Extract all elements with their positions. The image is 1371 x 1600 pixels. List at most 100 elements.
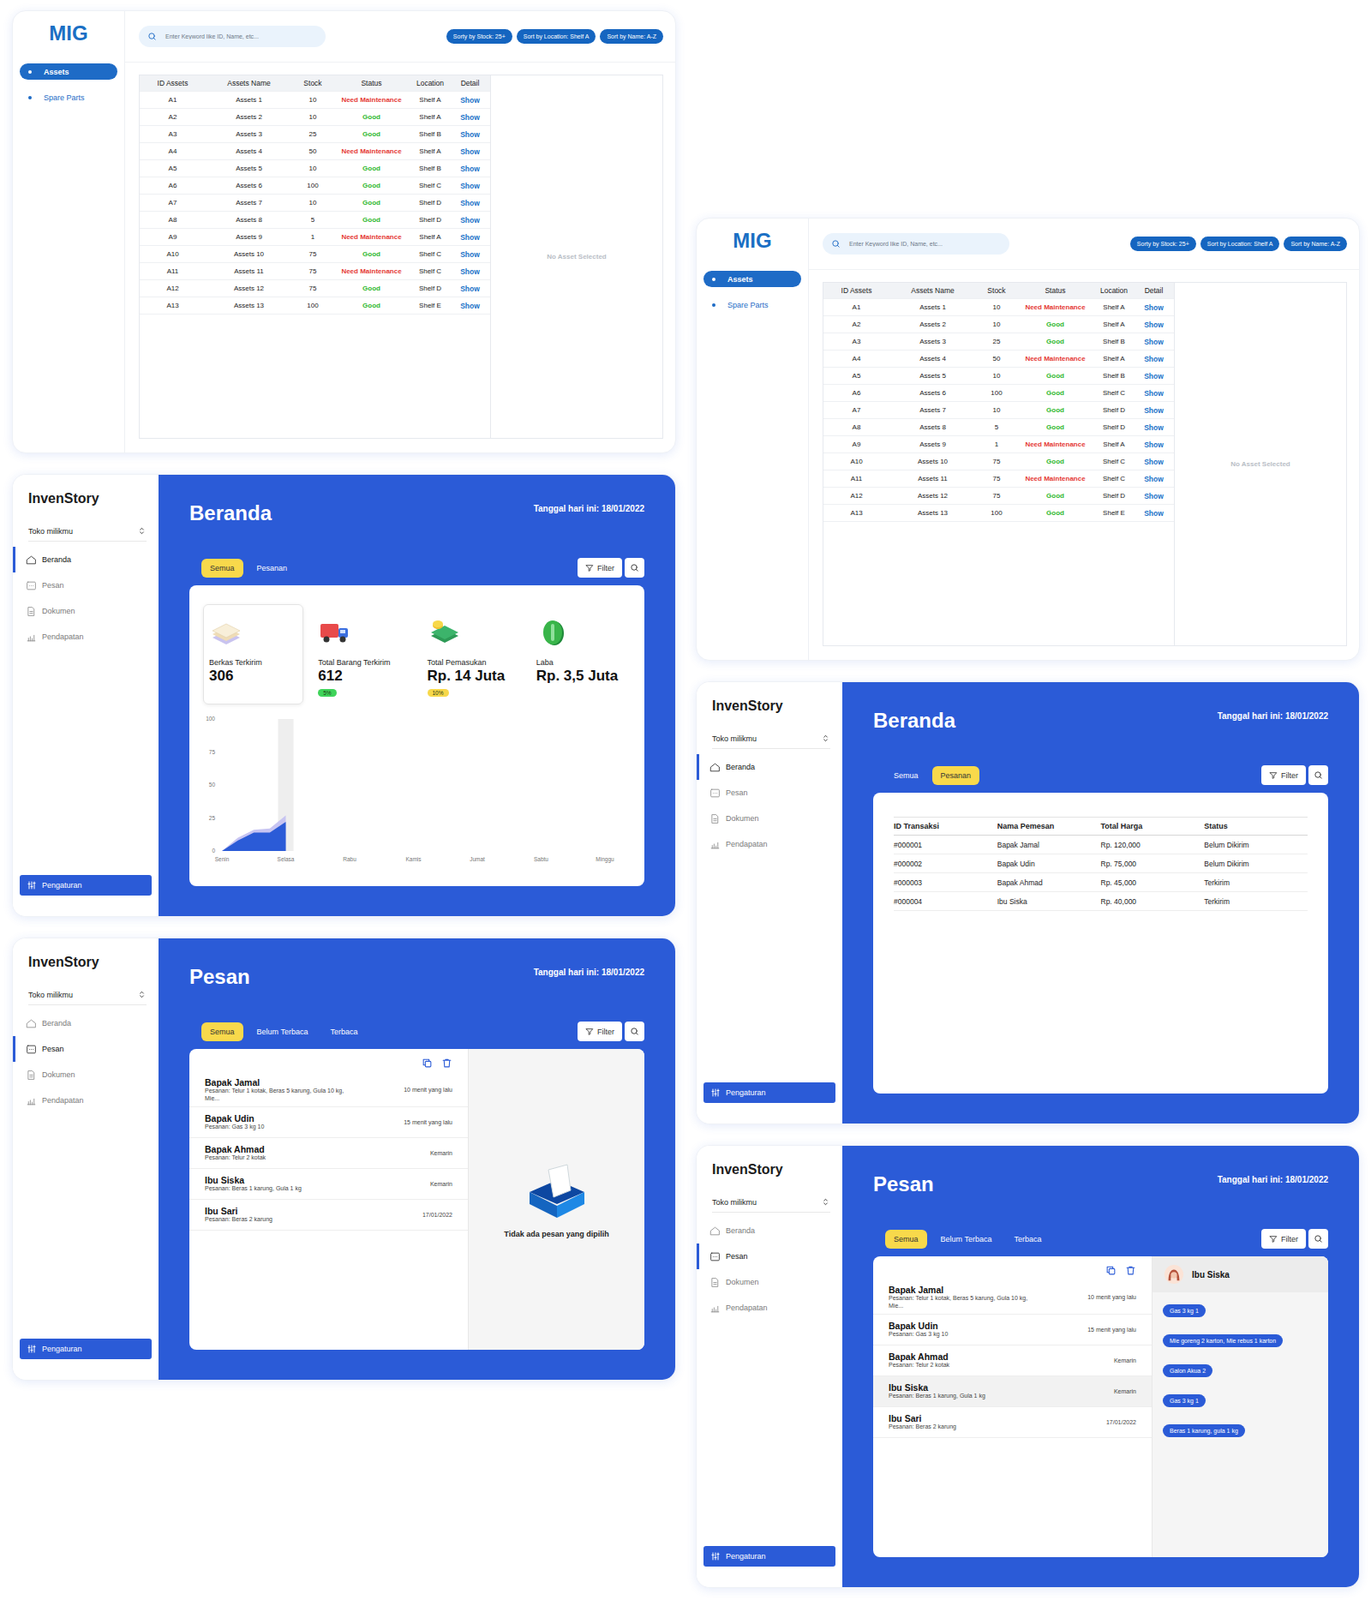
stat-card[interactable]: Berkas Terkirim306 [203,604,304,705]
sidebar-item[interactable]: Beranda [12,1010,159,1036]
sidebar-item[interactable]: Pendapatan [12,1087,159,1114]
message-item[interactable]: Ibu SiskaPesanan: Beras 1 karung, Gula 1… [873,1376,1152,1407]
delete-button[interactable] [1125,1264,1137,1276]
stat-card[interactable]: Total PemasukanRp. 14 Juta10% [421,604,522,705]
show-link[interactable]: Show [460,301,480,311]
search-input[interactable] [847,239,1001,248]
message-item[interactable]: Ibu SiskaPesanan: Beras 1 karung, Gula 1… [189,1168,468,1200]
table-row[interactable]: #000004Ibu SiskaRp. 40,000Terkirim [893,892,1308,911]
sidebar-item[interactable]: Beranda [696,754,843,780]
show-link[interactable]: Show [460,113,480,122]
table-row[interactable]: #000003Bapak AhmadRp. 45,000Terkirim [893,873,1308,893]
copy-button[interactable] [421,1057,433,1069]
store-select[interactable]: Toko milikmu [712,1197,831,1213]
tab[interactable]: Semua [885,766,928,785]
show-link[interactable]: Show [460,284,480,294]
sidebar-item[interactable]: Spare Parts [19,89,118,106]
delete-button[interactable] [441,1057,453,1069]
show-link[interactable]: Show [1143,406,1164,415]
sidebar-item[interactable]: Beranda [12,546,159,573]
message-item[interactable]: Bapak JamalPesanan: Telur 1 kotak, Beras… [873,1281,1152,1315]
sort-button[interactable]: Sort by Location: Shelf A [1200,236,1281,252]
sort-button[interactable]: Sorty by Stock: 25+ [1130,236,1197,252]
search-button[interactable] [624,1021,645,1042]
show-link[interactable]: Show [1143,508,1164,518]
sidebar-item[interactable]: Assets [19,63,118,80]
show-link[interactable]: Show [1143,337,1164,347]
tab[interactable]: Pesanan [248,558,297,578]
tab[interactable]: Pesanan [932,766,981,785]
filter-button[interactable]: Filter [577,1021,623,1042]
sidebar-item[interactable]: Dokumen [696,805,843,832]
show-link[interactable]: Show [460,250,480,259]
show-link[interactable]: Show [460,215,480,225]
filter-button[interactable]: Filter [1261,765,1306,785]
tab[interactable]: Terbaca [321,1022,366,1042]
sidebar-item[interactable]: Pendapatan [696,831,843,857]
tab[interactable]: Semua [885,1229,928,1249]
table-row[interactable]: #000002Bapak UdinRp. 75,000Belum Dikirim [893,854,1308,874]
settings-button[interactable]: Pengaturan [19,1338,152,1360]
show-link[interactable]: Show [1143,457,1164,467]
show-link[interactable]: Show [460,164,480,174]
store-select[interactable]: Toko milikmu [28,526,147,542]
tab[interactable]: Semua [201,558,244,578]
store-select[interactable]: Toko milikmu [712,733,831,749]
stat-card[interactable]: LabaRp. 3,5 Juta [530,604,631,705]
message-item[interactable]: Bapak JamalPesanan: Telur 1 kotak, Beras… [189,1073,468,1108]
sidebar-item[interactable]: Dokumen [696,1269,843,1295]
show-link[interactable]: Show [1143,423,1164,432]
show-link[interactable]: Show [1143,320,1164,330]
show-link[interactable]: Show [460,130,480,139]
sort-button[interactable]: Sort by Name: A-Z [1283,236,1348,252]
sidebar-item[interactable]: Beranda [696,1217,843,1244]
sidebar-item[interactable]: Pendapatan [696,1294,843,1321]
tab[interactable]: Terbaca [1005,1229,1050,1249]
show-link[interactable]: Show [1143,389,1164,398]
sidebar-item[interactable]: Pendapatan [12,623,159,650]
search-button[interactable] [624,557,645,578]
show-link[interactable]: Show [460,198,480,208]
table-row[interactable]: #000001Bapak JamalRp. 120,000Belum Dikir… [893,835,1308,855]
message-item[interactable]: Bapak AhmadPesanan: Telur 2 kotakKemarin [189,1137,468,1169]
show-link[interactable]: Show [1143,491,1164,501]
show-link[interactable]: Show [460,267,480,276]
tab[interactable]: Semua [201,1022,244,1042]
show-link[interactable]: Show [1143,303,1164,312]
show-link[interactable]: Show [460,181,480,191]
message-item[interactable]: Bapak UdinPesanan: Gas 3 kg 1015 menit y… [873,1314,1152,1346]
sidebar-item[interactable]: Dokumen [12,598,159,624]
tab[interactable]: Belum Terbaca [932,1229,1001,1249]
sidebar-item[interactable]: Pesan [696,1243,843,1270]
sidebar-item[interactable]: Pesan [12,572,159,599]
search-field[interactable] [822,233,1010,255]
message-item[interactable]: Ibu SariPesanan: Beras 2 karung17/01/202… [189,1199,468,1231]
filter-button[interactable]: Filter [1261,1228,1306,1249]
sidebar-item[interactable]: Dokumen [12,1061,159,1088]
message-item[interactable]: Bapak UdinPesanan: Gas 3 kg 1015 menit y… [189,1107,468,1138]
stat-card[interactable]: Total Barang Terkirim6125% [311,604,413,705]
filter-button[interactable]: Filter [577,557,623,578]
message-item[interactable]: Bapak AhmadPesanan: Telur 2 kotakKemarin [873,1345,1152,1377]
sidebar-item[interactable]: Assets [703,270,802,288]
sidebar-item[interactable]: Pesan [12,1035,159,1062]
show-link[interactable]: Show [1143,474,1164,484]
show-link[interactable]: Show [1143,354,1164,364]
search-field[interactable] [138,25,326,48]
sidebar-item[interactable]: Pesan [696,779,843,806]
copy-button[interactable] [1105,1264,1117,1276]
sort-button[interactable]: Sorty by Stock: 25+ [446,29,513,44]
show-link[interactable]: Show [460,147,480,156]
show-link[interactable]: Show [460,95,480,105]
settings-button[interactable]: Pengaturan [19,874,152,896]
sort-button[interactable]: Sort by Name: A-Z [599,29,664,44]
show-link[interactable]: Show [1143,440,1164,450]
search-button[interactable] [1308,765,1329,785]
store-select[interactable]: Toko milikmu [28,989,147,1006]
tab[interactable]: Belum Terbaca [248,1022,318,1042]
settings-button[interactable]: Pengaturan [703,1082,836,1103]
search-button[interactable] [1308,1228,1329,1249]
settings-button[interactable]: Pengaturan [703,1545,836,1567]
search-input[interactable] [163,32,318,41]
sidebar-item[interactable]: Spare Parts [703,296,802,313]
